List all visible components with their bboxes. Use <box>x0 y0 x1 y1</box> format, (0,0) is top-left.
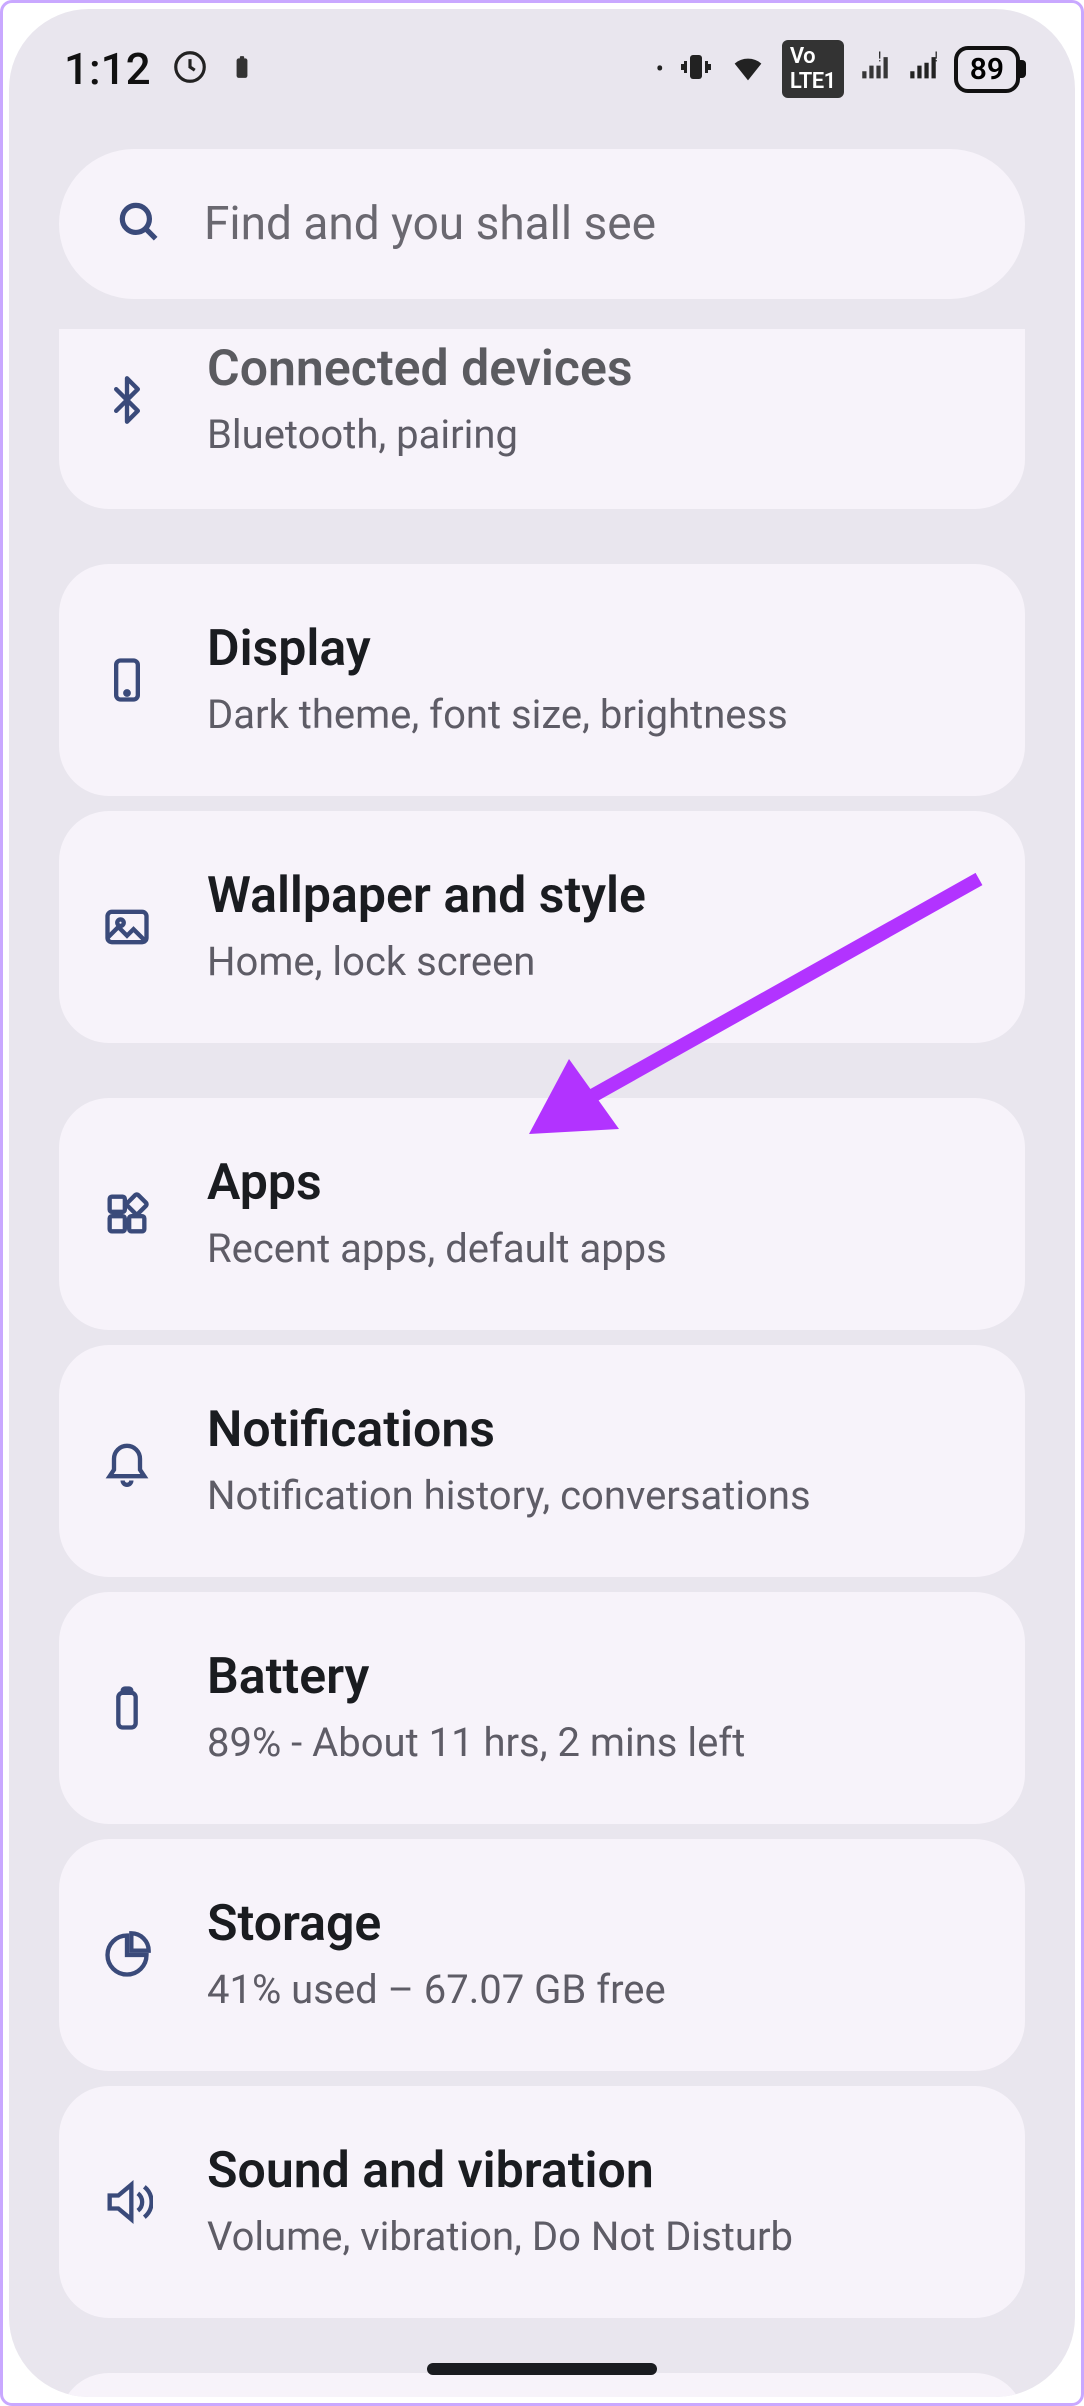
settings-item-wallpaper[interactable]: Wallpaper and style Home, lock screen <box>59 811 1025 1043</box>
item-subtitle: Notification history, conversations <box>207 1470 985 1522</box>
speaker-icon <box>99 2174 155 2230</box>
dot-icon: • <box>656 55 664 83</box>
item-subtitle: 41% used – 67.07 GB free <box>207 1964 985 2016</box>
status-bar: 1:12 • VoLTE1 ! <box>9 9 1075 119</box>
item-subtitle: Volume, vibration, Do Not Disturb <box>207 2211 985 2263</box>
signal-icon-1: ! <box>858 50 892 88</box>
search-bar[interactable]: Find and you shall see <box>59 149 1025 299</box>
search-placeholder: Find and you shall see <box>204 197 656 251</box>
pie-chart-icon <box>99 1927 155 1983</box>
item-title: Storage <box>207 1894 985 1954</box>
svg-text:!: ! <box>934 50 938 65</box>
battery-status-icon <box>229 47 255 91</box>
settings-item-accessibility[interactable]: Accessibility <box>59 2373 1025 2397</box>
battery-icon <box>99 1680 155 1736</box>
settings-item-storage[interactable]: Storage 41% used – 67.07 GB free <box>59 1839 1025 2071</box>
item-subtitle: Bluetooth, pairing <box>207 409 985 461</box>
battery-pill: 89 <box>954 46 1020 93</box>
item-subtitle: Dark theme, font size, brightness <box>207 689 985 741</box>
image-icon <box>99 899 155 955</box>
nav-handle[interactable] <box>427 2363 657 2375</box>
phone-icon <box>99 652 155 708</box>
volte-badge: VoLTE1 <box>782 40 844 98</box>
item-title: Notifications <box>207 1400 985 1460</box>
item-title: Connected devices <box>207 339 985 399</box>
item-title: Battery <box>207 1647 985 1707</box>
settings-item-connected-devices[interactable]: Connected devices Bluetooth, pairing <box>59 329 1025 509</box>
settings-item-notifications[interactable]: Notifications Notification history, conv… <box>59 1345 1025 1577</box>
item-title: Sound and vibration <box>207 2141 985 2201</box>
status-time: 1:12 <box>64 43 151 95</box>
settings-item-sound[interactable]: Sound and vibration Volume, vibration, D… <box>59 2086 1025 2318</box>
item-subtitle: Home, lock screen <box>207 936 985 988</box>
item-title: Apps <box>207 1153 985 1213</box>
apps-icon <box>99 1186 155 1242</box>
settings-list: Connected devices Bluetooth, pairing Dis… <box>9 329 1075 2397</box>
bluetooth-icon <box>99 372 155 428</box>
settings-item-apps[interactable]: Apps Recent apps, default apps <box>59 1098 1025 1330</box>
item-subtitle: 89% - About 11 hrs, 2 mins left <box>207 1717 985 1769</box>
item-subtitle: Recent apps, default apps <box>207 1223 985 1275</box>
wifi-icon <box>728 47 768 91</box>
svg-text:!: ! <box>878 50 882 65</box>
bell-icon <box>99 1433 155 1489</box>
item-title: Display <box>207 619 985 679</box>
clock-icon <box>171 48 209 90</box>
signal-icon-2: ! <box>906 50 940 88</box>
item-title: Wallpaper and style <box>207 866 985 926</box>
settings-item-battery[interactable]: Battery 89% - About 11 hrs, 2 mins left <box>59 1592 1025 1824</box>
search-icon <box>114 197 164 251</box>
vibrate-icon <box>678 49 714 89</box>
settings-item-display[interactable]: Display Dark theme, font size, brightnes… <box>59 564 1025 796</box>
